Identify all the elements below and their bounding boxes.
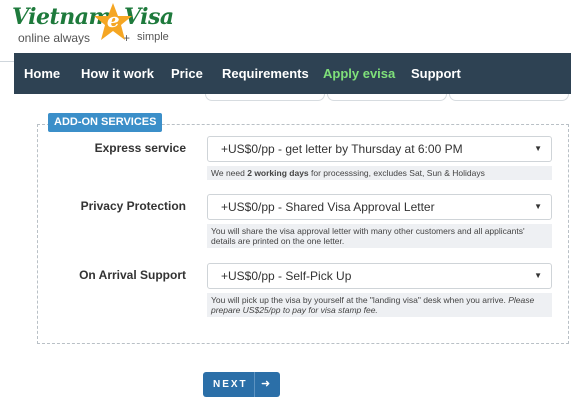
previous-field-edge xyxy=(449,94,569,101)
express-service-note: We need 2 working days for processsing, … xyxy=(207,166,552,180)
on-arrival-support-value: +US$0/pp - Self-Pick Up xyxy=(221,269,352,283)
on-arrival-support-label: On Arrival Support xyxy=(79,268,186,282)
nav-item-price[interactable]: Price xyxy=(171,53,203,94)
header-divider xyxy=(0,61,14,62)
chevron-down-icon: ▼ xyxy=(534,144,542,153)
logo-word-e: e xyxy=(106,8,120,32)
next-button-label: NEXT xyxy=(213,379,248,390)
previous-field-edge xyxy=(205,94,325,101)
privacy-protection-label: Privacy Protection xyxy=(80,199,186,213)
nav-item-support[interactable]: Support xyxy=(411,53,461,94)
express-service-select[interactable]: +US$0/pp - get letter by Thursday at 6:0… xyxy=(207,136,552,162)
main-nav: Home How it work Price Requirements Appl… xyxy=(14,53,571,94)
privacy-protection-value: +US$0/pp - Shared Visa Approval Letter xyxy=(221,200,435,214)
addon-services-legend: ADD-ON SERVICES xyxy=(48,113,163,132)
arrow-right-icon: ➜ xyxy=(261,378,271,390)
site-logo[interactable]: Vietnam e Visa online always + simple xyxy=(12,3,182,50)
next-button[interactable]: NEXT ➜ xyxy=(203,372,280,397)
privacy-protection-note: You will share the visa approval letter … xyxy=(207,224,552,248)
on-arrival-support-select[interactable]: +US$0/pp - Self-Pick Up ▼ xyxy=(207,263,552,289)
nav-item-apply-evisa[interactable]: Apply evisa xyxy=(323,53,395,94)
chevron-down-icon: ▼ xyxy=(534,271,542,280)
nav-item-how-it-work[interactable]: How it work xyxy=(81,53,154,94)
on-arrival-support-note: You will pick up the visa by yourself at… xyxy=(207,293,552,317)
privacy-protection-select[interactable]: +US$0/pp - Shared Visa Approval Letter ▼ xyxy=(207,194,552,220)
chevron-down-icon: ▼ xyxy=(534,202,542,211)
logo-tagline-left: online always xyxy=(18,31,91,45)
nav-item-home[interactable]: Home xyxy=(24,53,60,94)
previous-field-edge xyxy=(327,94,447,101)
express-service-label: Express service xyxy=(94,141,186,155)
button-divider xyxy=(254,372,255,397)
nav-item-requirements[interactable]: Requirements xyxy=(222,53,309,94)
express-service-value: +US$0/pp - get letter by Thursday at 6:0… xyxy=(221,142,463,156)
logo-tagline-right: simple xyxy=(137,31,169,43)
